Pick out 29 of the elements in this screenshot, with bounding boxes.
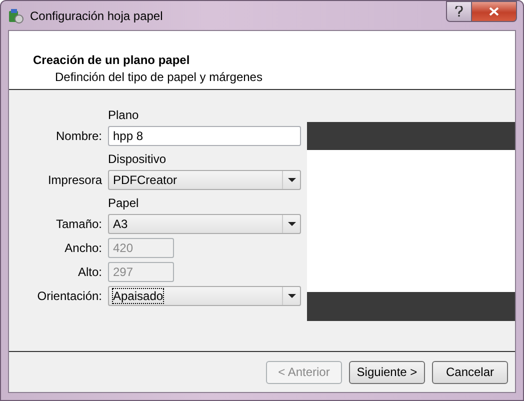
section-title: Dispositivo [108,152,166,166]
dropdown[interactable]: A3 [108,214,301,234]
field-label: Impresora [46,173,102,187]
wizard-button[interactable]: Cancelar [432,360,508,384]
dropdown[interactable]: PDFCreator [108,170,301,190]
dropdown-value: Apaisado [113,289,164,303]
help-button[interactable] [446,1,472,22]
field-label: Ancho: [64,241,102,255]
dropdown-value: PDFCreator [113,173,178,187]
field-label: Nombre: [54,129,102,143]
help-icon [455,6,463,17]
field-label: Tamaño: [54,217,102,231]
page-title: Creación de un plano papel [33,53,191,67]
dropdown-value: A3 [113,217,128,231]
dropdown-arrow-icon [288,222,296,226]
dropdown-arrow-icon [288,294,296,298]
section-title: Plano [108,108,139,122]
close-icon [489,7,499,16]
dropdown-arrow-icon [288,178,296,182]
window-title: Configuración hoja papel [30,8,163,22]
app-icon [8,8,24,24]
wizard-button[interactable]: Siguiente > [349,360,425,384]
input-field[interactable]: hpp 8 [108,126,301,146]
page-subtitle: Definción del tipo de papel y márgenes [54,70,264,84]
section-title: Papel [108,196,139,210]
field-label: Orientación: [36,289,102,303]
close-button[interactable] [472,1,517,22]
dropdown[interactable]: Apaisado [108,286,301,306]
field-label: Alto: [76,265,102,279]
